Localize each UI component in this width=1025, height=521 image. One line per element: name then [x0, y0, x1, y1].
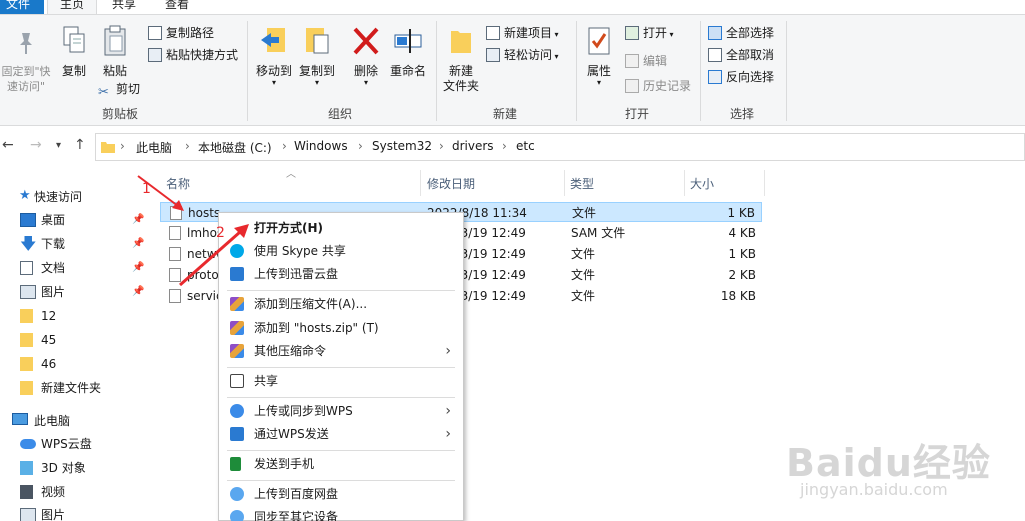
annotation-step-1: 1 [142, 181, 151, 197]
annotation-arrow-2 [179, 224, 249, 287]
annotation-step-2: 2 [216, 225, 225, 241]
annotation-overlay [137, 175, 249, 287]
